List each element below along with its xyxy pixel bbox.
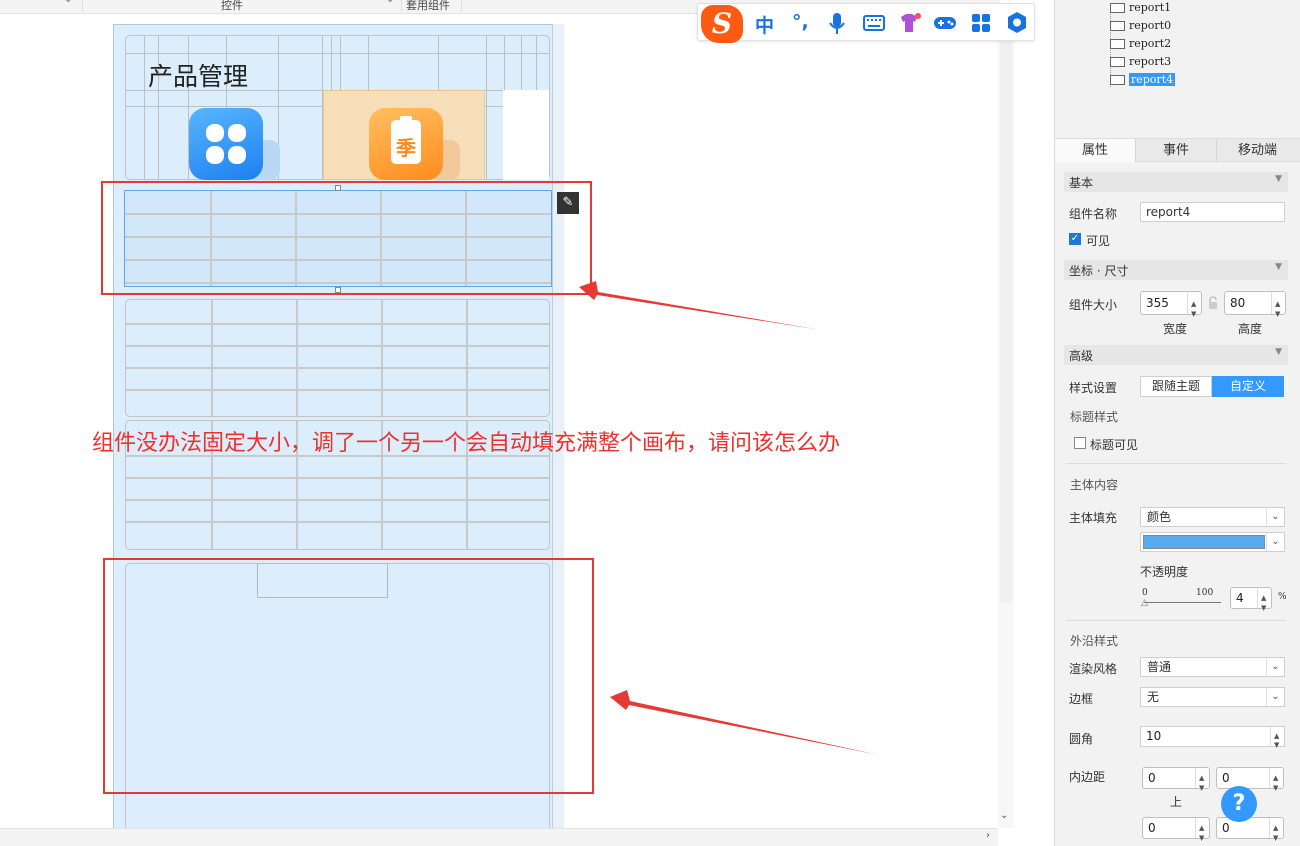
body-fill-label: 主体填充	[1069, 511, 1118, 525]
fill-color-picker[interactable]: ⌄	[1140, 532, 1285, 552]
tab-mobile[interactable]: 移动端	[1217, 139, 1298, 162]
style-settings-label: 样式设置	[1069, 381, 1118, 395]
tree-item-report1[interactable]: report1	[1110, 1, 1171, 14]
chevron-down-icon[interactable]: ⌄	[1000, 810, 1008, 821]
body-fill-select[interactable]: 颜色 ⌄	[1140, 507, 1285, 527]
tree-item-report4[interactable]: report4	[1110, 73, 1176, 86]
stepper-arrows[interactable]: ▲ ▼	[1269, 768, 1283, 792]
sogou-logo-icon[interactable]: S	[701, 5, 743, 43]
opacity-stepper[interactable]: 4 ▲ ▼	[1230, 587, 1272, 612]
style-follow-theme-button[interactable]: 跟随主题	[1140, 376, 1212, 397]
width-stepper[interactable]: 355 ▲ ▼	[1140, 291, 1202, 318]
ime-mode-toggle[interactable]: 中	[755, 11, 774, 38]
stepper-arrows[interactable]: ▲ ▼	[1270, 727, 1284, 749]
widget-icon	[1110, 75, 1125, 85]
chevron-down-icon: ⌄	[1266, 508, 1284, 526]
render-style-select[interactable]: 普通 ⌄	[1140, 657, 1285, 677]
opacity-slider-track[interactable]	[1144, 602, 1221, 603]
chevron-right-icon[interactable]: ›	[986, 830, 990, 841]
padding-label: 内边距	[1069, 770, 1106, 784]
body-content-heading: 主体内容	[1070, 478, 1119, 492]
opacity-unit: %	[1278, 592, 1287, 602]
panel-tabs: 属性 事件 移动端	[1055, 138, 1300, 162]
component-name-input[interactable]: report4	[1140, 202, 1285, 222]
title-visible-label: 标题可见	[1090, 438, 1139, 452]
skin-shirt-icon[interactable]	[898, 12, 922, 34]
annotation-question: 组件没办法固定大小，调了一个另一个会自动填充满整个画布，请问该怎么办	[92, 431, 841, 456]
stepper-arrows[interactable]: ▲ ▼	[1271, 292, 1285, 318]
padding-right-stepper[interactable]: 0 ▲ ▼	[1216, 767, 1284, 792]
widget-icon	[1110, 21, 1125, 31]
padding-top-stepper[interactable]: 0 ▲ ▼	[1142, 767, 1210, 792]
title-style-heading: 标题样式	[1070, 410, 1119, 424]
opacity-slider-thumb[interactable]: △	[1141, 598, 1148, 608]
tab-events[interactable]: 事件	[1136, 139, 1217, 162]
chevron-down-icon: ⌄	[1266, 533, 1284, 551]
stepper-arrows[interactable]: ▲ ▼	[1195, 768, 1209, 792]
radius-stepper[interactable]: 10 ▲ ▼	[1140, 726, 1285, 749]
tree-item-report3[interactable]: report3	[1110, 55, 1171, 68]
color-swatch	[1143, 535, 1265, 549]
border-select[interactable]: 无 ⌄	[1140, 687, 1285, 707]
ime-toolbar: S 中 °,	[697, 3, 1035, 43]
padding-top-caption: 上	[1170, 795, 1183, 809]
divider	[1066, 463, 1286, 464]
height-caption: 高度	[1238, 322, 1263, 336]
padding-left-stepper[interactable]: 0 ▲ ▼	[1216, 817, 1284, 842]
tree-item-report0[interactable]: report0	[1110, 19, 1171, 32]
section-advanced[interactable]: 高级 ▼	[1064, 345, 1288, 365]
annotation-arrow-top	[579, 281, 821, 330]
stepper-arrows[interactable]: ▲ ▼	[1257, 588, 1271, 612]
name-label: 组件名称	[1069, 207, 1118, 221]
opacity-max: 100	[1196, 588, 1214, 598]
toolbox-grid-icon[interactable]	[971, 13, 991, 33]
lock-icon[interactable]	[1207, 296, 1219, 310]
stepper-arrows[interactable]: ▲ ▼	[1269, 818, 1283, 842]
outer-style-heading: 外沿样式	[1070, 634, 1119, 648]
ime-punctuation-toggle[interactable]: °,	[792, 11, 809, 33]
opacity-min: 0	[1142, 588, 1148, 598]
widget-icon	[1110, 3, 1125, 13]
caret-down-icon: ▼	[1275, 347, 1282, 357]
render-style-label: 渲染风格	[1069, 662, 1118, 676]
panel-scrollbar[interactable]	[1291, 170, 1299, 846]
stepper-arrows[interactable]: ▲ ▼	[1187, 292, 1201, 318]
visible-checkbox[interactable]: ✓	[1069, 233, 1081, 245]
height-stepper[interactable]: 80 ▲ ▼	[1224, 291, 1286, 318]
keyboard-icon[interactable]	[863, 15, 885, 31]
chevron-down-icon: ⌄	[1266, 658, 1284, 676]
help-button[interactable]: ?	[1221, 786, 1257, 822]
padding-bottom-stepper[interactable]: 0 ▲ ▼	[1142, 817, 1210, 842]
title-visible-checkbox[interactable]	[1074, 437, 1086, 449]
width-caption: 宽度	[1163, 322, 1188, 336]
section-basic[interactable]: 基本 ▼	[1064, 172, 1288, 192]
widget-icon	[1110, 39, 1125, 49]
settings-icon[interactable]	[1006, 11, 1028, 35]
canvas-vertical-scrollbar[interactable]: ⌄	[998, 14, 1014, 828]
tab-properties[interactable]: 属性	[1055, 139, 1136, 162]
tree-item-report2[interactable]: report2	[1110, 37, 1171, 50]
size-label: 组件大小	[1069, 298, 1118, 312]
visible-label: 可见	[1086, 234, 1111, 248]
widget-icon	[1110, 57, 1125, 67]
caret-down-icon: ▼	[1275, 262, 1282, 272]
canvas-horizontal-scrollbar[interactable]: ›	[0, 828, 998, 846]
radius-label: 圆角	[1069, 732, 1094, 746]
chevron-down-icon: ⌄	[1266, 688, 1284, 706]
style-custom-button[interactable]: 自定义	[1212, 376, 1284, 397]
caret-down-icon: ▼	[1275, 174, 1282, 184]
annotation-arrow-bottom	[610, 690, 879, 755]
border-label: 边框	[1069, 692, 1094, 706]
section-geometry[interactable]: 坐标 · 尺寸 ▼	[1064, 260, 1288, 280]
microphone-icon[interactable]	[828, 13, 846, 35]
stepper-arrows[interactable]: ▲ ▼	[1195, 818, 1209, 842]
divider	[1066, 620, 1286, 621]
opacity-label: 不透明度	[1140, 565, 1189, 579]
scroll-thumb[interactable]	[1000, 14, 1012, 602]
gamepad-icon[interactable]	[933, 14, 957, 32]
